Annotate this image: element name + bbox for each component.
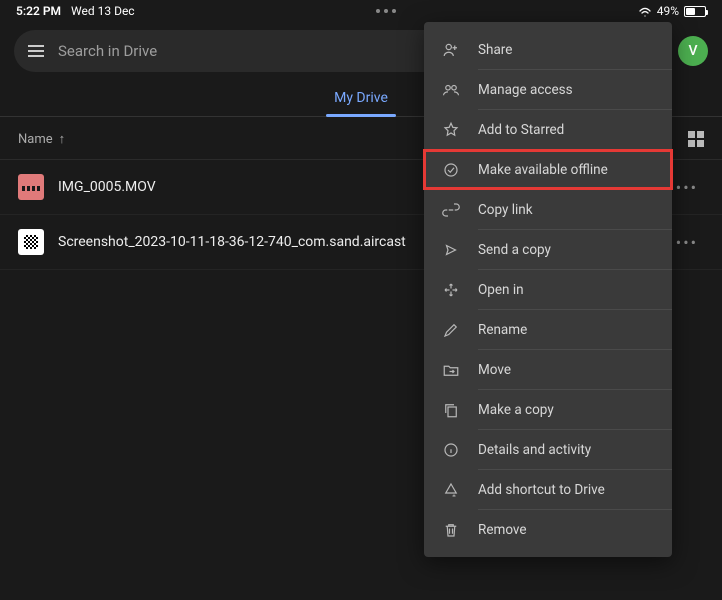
sort-by-name[interactable]: Name ↑ [18, 131, 65, 147]
star-icon [442, 121, 460, 139]
video-file-icon [18, 174, 44, 200]
grid-view-icon[interactable] [688, 131, 704, 147]
context-menu: Share Manage access Add to Starred Make … [424, 22, 672, 557]
search-input[interactable]: Search in Drive [58, 42, 157, 60]
send-icon [442, 241, 460, 259]
trash-icon [442, 521, 460, 539]
menu-copy-link[interactable]: Copy link [424, 190, 672, 229]
menu-add-starred[interactable]: Add to Starred [424, 110, 672, 149]
folder-move-icon [442, 361, 460, 379]
menu-available-offline[interactable]: Make available offline [424, 150, 672, 189]
link-icon [442, 201, 460, 219]
person-add-icon [442, 41, 460, 59]
more-dots-icon[interactable] [376, 9, 396, 13]
tab-my-drive[interactable]: My Drive [318, 80, 404, 116]
sort-ascending-icon: ↑ [59, 131, 66, 147]
open-in-icon [442, 281, 460, 299]
battery-icon [684, 6, 706, 17]
file-more-icon[interactable]: ••• [670, 174, 704, 201]
menu-remove[interactable]: Remove [424, 510, 672, 549]
menu-add-shortcut[interactable]: Add shortcut to Drive [424, 470, 672, 509]
pencil-icon [442, 321, 460, 339]
menu-open-in[interactable]: Open in [424, 270, 672, 309]
status-bar: 5:22 PM Wed 13 Dec 49% [0, 0, 722, 22]
people-icon [442, 81, 460, 99]
offline-icon [442, 161, 460, 179]
menu-rename[interactable]: Rename [424, 310, 672, 349]
menu-manage-access[interactable]: Manage access [424, 70, 672, 109]
menu-icon[interactable] [28, 45, 44, 57]
menu-make-copy[interactable]: Make a copy [424, 390, 672, 429]
wifi-icon [638, 6, 652, 17]
status-time: 5:22 PM [16, 4, 61, 18]
menu-move[interactable]: Move [424, 350, 672, 389]
avatar[interactable]: V [678, 36, 708, 66]
battery-percent: 49% [657, 4, 679, 18]
drive-shortcut-icon [442, 481, 460, 499]
menu-share[interactable]: Share [424, 30, 672, 69]
info-icon [442, 441, 460, 459]
file-more-icon[interactable]: ••• [670, 229, 704, 256]
image-file-icon [18, 229, 44, 255]
status-date: Wed 13 Dec [71, 4, 135, 18]
menu-details[interactable]: Details and activity [424, 430, 672, 469]
menu-send-copy[interactable]: Send a copy [424, 230, 672, 269]
copy-icon [442, 401, 460, 419]
